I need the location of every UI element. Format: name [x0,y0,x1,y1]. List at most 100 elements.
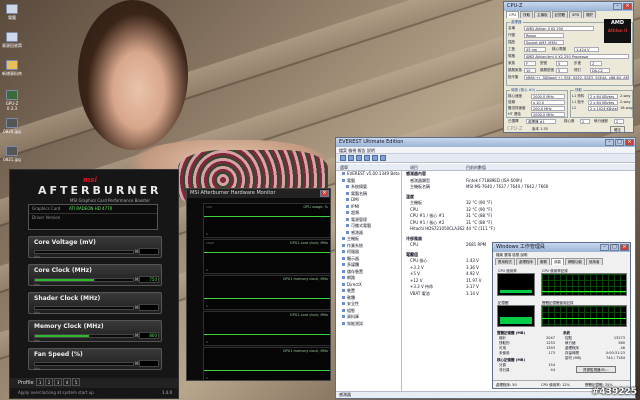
cpuz-brand: CPU-Z [507,126,523,132]
afterburner-version: 1.4.0 [161,390,172,395]
taskmgr-tab[interactable]: 網路功能 [565,258,585,265]
profile-button[interactable]: 3 [54,378,63,386]
tree-item[interactable]: 效能測試 [336,321,401,328]
slider-panel: Memory Clock (MHz)MinMax800 [28,320,162,343]
cpuz-tab[interactable]: 主機板 [534,11,551,18]
graph-line [204,370,330,371]
cpuz-tab[interactable]: 快取 [520,11,534,18]
everest-menu-bar[interactable]: 檔案 檢視 報告 說明 [336,147,635,154]
field-label: 指令集 [508,75,519,79]
desktop-icon-folder[interactable]: 新增資料夾 [2,60,22,77]
close-icon[interactable]: × [620,244,629,251]
field-label: 名稱 [508,26,515,30]
slider-value[interactable]: 750 [139,276,159,283]
taskmgr-tab[interactable]: 服務 [537,258,550,265]
graphics-card-panel: Graphics Card ATI RADEON HD 4770 Driver V… [28,204,158,230]
refresh-icon[interactable] [364,155,370,161]
startup-checkbox[interactable]: Apply overclocking at system start up [18,390,94,395]
maximize-icon[interactable]: □ [610,244,619,251]
ok-button[interactable]: 確定 [610,126,625,132]
graph-axis-top: 1500 [206,241,214,245]
search-icon[interactable] [380,155,386,161]
slider-value[interactable] [139,248,159,255]
taskmgr-tab[interactable]: 處理程序 [516,258,536,265]
slider-track[interactable] [34,306,134,310]
cache-value: 2 x 64 KBytes [588,94,618,99]
cpuz-tab[interactable]: SPD [569,11,583,18]
up-icon[interactable] [356,155,362,161]
profile-button[interactable]: 2 [45,378,54,386]
profile-button[interactable]: 1 [36,378,45,386]
slider-value[interactable] [139,360,159,367]
field-label: 步進 [574,61,581,65]
field-label: 擴展家族 [508,68,522,72]
cache-label: L1 資料 [572,94,585,98]
cache-label: L1 指令 [572,100,585,104]
slider-track[interactable] [34,362,134,366]
monitor-graph: GPU1 core clock, MHz 0 [203,311,330,346]
close-icon[interactable]: × [625,139,634,146]
taskmgr-tab[interactable]: 效能 [551,258,564,265]
back-icon[interactable] [340,155,346,161]
field-label: 代號 [508,33,515,37]
cpuz-title: CPU-Z [507,3,523,9]
cpu-usage-gauge: CPU 使用率 [497,269,535,296]
slider-min-label: Min [34,255,41,259]
graph-axis-bottom: 0 [206,232,208,236]
resource-monitor-button[interactable]: 資源監視器(R)... [576,366,616,373]
everest-titlebar[interactable]: EVEREST Ultimate Edition – □ × [336,138,635,147]
desktop-icon-recycle[interactable]: 資源回收筒 [2,32,22,49]
tree-item[interactable]: EVEREST v5.00.1349 Beta [336,171,401,178]
close-icon[interactable]: × [623,3,632,10]
recycle-bin-icon [6,32,18,42]
minimize-icon[interactable]: – [613,3,622,10]
cpuz-tab[interactable]: 記憶體 [551,11,569,18]
profile-button[interactable]: 5 [72,378,81,386]
profile-button[interactable]: 4 [63,378,72,386]
desktop-icon-image[interactable]: 0820.jpg [2,118,22,134]
graph-label: GPU usage, % [303,205,328,209]
taskmgr-titlebar[interactable]: Windows 工作管理員 – □ × [493,243,630,252]
monitor-graph: GPU1 core clock, MHz 1500 0 [203,239,330,274]
field-value: Socket AM3 (938) [524,40,564,45]
report-icon[interactable] [372,155,378,161]
desktop-icon-computer[interactable]: 電腦 [2,4,22,21]
slider-track[interactable] [34,278,134,282]
taskmgr-tab[interactable]: 應用程式 [495,258,515,265]
cpuz-titlebar[interactable]: CPU-Z – × [504,2,633,11]
amd-athlon-logo: AMD Athlon II [604,19,631,43]
watermark: #439225 [591,387,637,397]
field-value: 5 [556,61,568,66]
close-icon[interactable]: × [320,190,329,197]
slider-track[interactable] [34,250,134,254]
cpu-history-graph: CPU 使用率記錄 [541,269,627,296]
slider-label: Core Clock (MHz) [34,267,92,274]
field-value: F [524,61,536,66]
cpuz-tabs: CPU 快取 主機板 記憶體 SPD 關於 [504,11,633,18]
desktop-icon-image[interactable]: 0821.jpg [2,146,22,162]
clock-label: HT 連結 [508,112,521,116]
desktop-icon-gpuz[interactable]: GPU-Z 0.3.3 [2,90,22,111]
maximize-icon[interactable]: □ [615,139,624,146]
slider-min-label: Min [34,367,41,371]
taskmgr-tab[interactable]: 使用者 [586,258,603,265]
forward-icon[interactable] [348,155,354,161]
graph-label: GPU1 memory clock, MHz [282,349,328,353]
cache-assoc: 2-way [620,100,631,104]
cpuz-tab[interactable]: 關於 [583,11,597,18]
profile-label: Profile [18,380,34,386]
field-value: 2 [590,61,602,66]
hwmon-titlebar[interactable]: MSI Afterburner Hardware Monitor × [187,189,330,198]
afterburner-window: msi AFTERBURNER MSI Graphics Card Perfor… [9,169,179,399]
slider-track[interactable] [34,334,134,338]
slider-value[interactable] [139,304,159,311]
slider-fill [35,279,94,281]
minimize-icon[interactable]: – [605,139,614,146]
field-label: 型號 [540,61,547,65]
cpuz-tab[interactable]: CPU [506,11,520,18]
graph-line [204,252,330,253]
slider-value[interactable]: 800 [139,332,159,339]
hardware-monitor-window: MSI Afterburner Hardware Monitor × GPU us… [186,188,331,381]
field-value: 5 [556,68,568,73]
minimize-icon[interactable]: – [600,244,609,251]
